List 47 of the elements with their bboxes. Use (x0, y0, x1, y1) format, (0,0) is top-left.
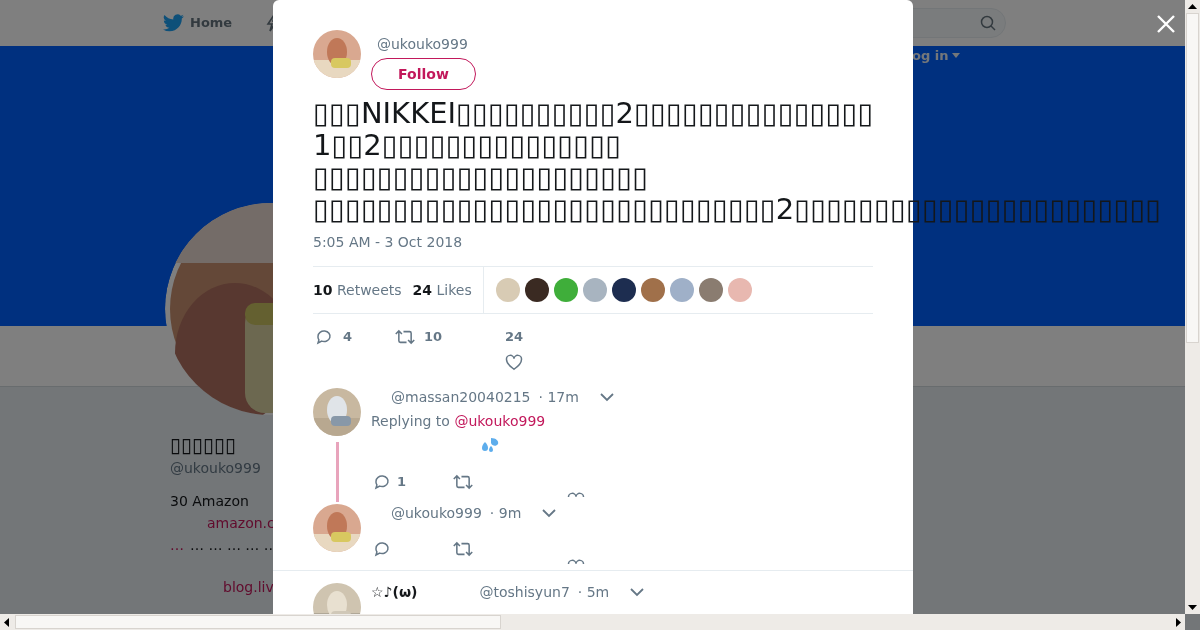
display-name: ☆♪(ω) (371, 582, 418, 602)
retweet-icon[interactable] (395, 327, 415, 346)
profile-bio: 30 Amazon (170, 492, 249, 511)
reply-icon[interactable] (373, 540, 391, 558)
scrollbar-thumb[interactable] (1186, 13, 1199, 343)
mention-link[interactable]: @ukouko999 (454, 413, 546, 429)
search-icon[interactable] (980, 15, 997, 31)
timestamp: · 9m (489, 503, 522, 523)
close-button[interactable] (1156, 14, 1176, 34)
user-handle[interactable]: @ukouko999 (391, 502, 482, 524)
chevron-down-icon[interactable] (541, 508, 558, 518)
retweet-icon[interactable] (453, 540, 473, 558)
avatar[interactable] (524, 278, 549, 302)
scrollbar-thumb[interactable] (15, 615, 501, 629)
retweet-icon[interactable] (453, 473, 473, 491)
scroll-left-icon[interactable] (4, 617, 9, 627)
scroll-up-icon[interactable] (1188, 4, 1197, 9)
reply-count: 1 (397, 473, 407, 492)
chevron-down-icon[interactable] (598, 392, 615, 402)
website-link[interactable]: blog.liv (223, 577, 274, 598)
profile-handle: @ukouko999 (170, 459, 261, 478)
chevron-down-icon[interactable] (629, 587, 646, 597)
like-stats[interactable]: 24 Likes (412, 279, 472, 301)
heart-icon[interactable] (567, 492, 585, 497)
timestamp: · 17m (538, 387, 579, 407)
vertical-scrollbar[interactable] (1185, 0, 1200, 614)
replying-to-text: Replying to @ukouko999 (371, 412, 547, 431)
login-menu[interactable]: og in (912, 46, 949, 66)
scroll-right-icon[interactable] (1176, 617, 1181, 627)
user-handle[interactable]: @toshisyun7 (479, 581, 570, 603)
reply-icon[interactable] (373, 473, 391, 491)
like-count: 24 (505, 328, 524, 346)
timestamp: · 5m (577, 582, 610, 602)
user-handle[interactable]: @massan20040215 (391, 386, 531, 408)
heart-icon[interactable] (505, 353, 524, 371)
droplets-icon (481, 437, 499, 453)
retweet-count: 10 (424, 328, 443, 346)
caret-icon (952, 53, 961, 59)
bio-link[interactable]: … (170, 535, 184, 556)
scroll-down-icon[interactable] (1188, 605, 1197, 610)
avatar[interactable] (611, 278, 636, 302)
user-handle[interactable]: @ukouko999 (377, 34, 476, 55)
horizontal-scrollbar[interactable] (0, 614, 1185, 630)
profile-name: ▯▯▯▯▯▯ (170, 433, 237, 457)
home-tab[interactable]: Home (190, 13, 233, 33)
heart-icon[interactable] (567, 559, 585, 564)
bio-link[interactable]: amazon.c (207, 513, 275, 534)
